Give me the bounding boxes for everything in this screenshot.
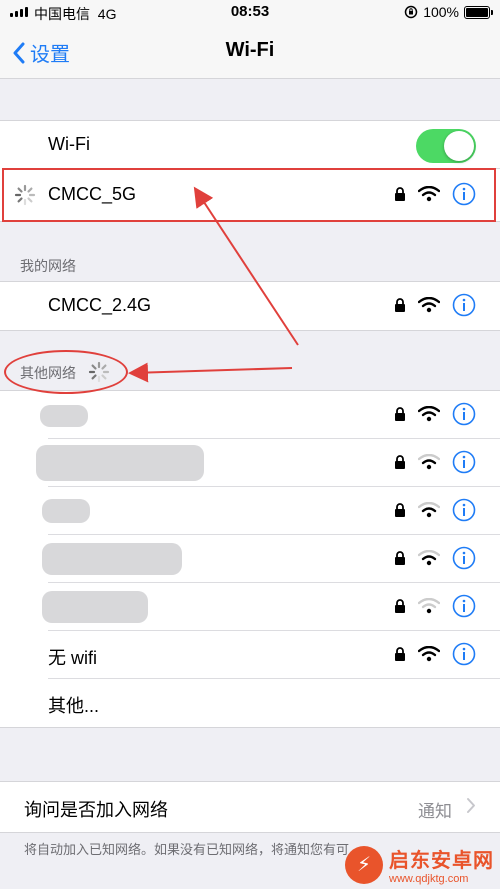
- other-network-row[interactable]: 其他...: [0, 679, 500, 727]
- lock-icon: [395, 599, 405, 613]
- other-network-label: 其他...: [48, 696, 100, 716]
- watermark-logo: ⚡: [345, 845, 383, 884]
- my-networks-header: 我的网络: [20, 258, 76, 274]
- page-title: Wi-Fi: [225, 39, 275, 61]
- redacted-network-name: [40, 405, 88, 427]
- orientation-lock-icon: [404, 5, 418, 19]
- battery-icon: [464, 5, 493, 19]
- wifi-toggle-switch[interactable]: [416, 129, 476, 163]
- lock-icon: [395, 407, 405, 421]
- network-name: CMCC_2.4G: [48, 295, 152, 315]
- network-row[interactable]: CMCC_2.4G: [0, 282, 500, 330]
- wifi-signal-icon: [418, 598, 440, 614]
- info-icon[interactable]: [452, 642, 476, 666]
- info-icon[interactable]: [452, 546, 476, 570]
- network-row[interactable]: [0, 391, 500, 439]
- lock-icon: [395, 455, 405, 469]
- loading-spinner-icon: [88, 361, 110, 383]
- ask-join-value: 通知: [418, 802, 452, 821]
- lock-icon: [395, 551, 405, 565]
- wifi-signal-icon: [418, 502, 440, 518]
- network-row[interactable]: [0, 439, 500, 487]
- wifi-signal-icon: [418, 186, 440, 202]
- navigation-bar: 设置 Wi-Fi: [0, 26, 500, 79]
- lock-icon: [395, 647, 405, 661]
- wifi-signal-icon: [418, 454, 440, 470]
- lock-icon: [395, 298, 405, 312]
- chevron-right-icon: [467, 798, 475, 813]
- wifi-toggle-row: Wi-Fi: [0, 121, 500, 169]
- wifi-signal-icon: [418, 297, 440, 313]
- watermark-url: www.qdjktg.com: [389, 873, 469, 885]
- loading-spinner-icon: [14, 184, 36, 206]
- info-icon[interactable]: [452, 450, 476, 474]
- current-network-name: CMCC_5G: [48, 184, 137, 204]
- network-row[interactable]: 无 wifi: [0, 631, 500, 679]
- wifi-signal-icon: [418, 646, 440, 662]
- ask-join-row[interactable]: 询问是否加入网络 通知: [0, 781, 500, 833]
- redacted-network-name: [42, 499, 90, 523]
- network-row[interactable]: [0, 535, 500, 583]
- info-icon[interactable]: [452, 402, 476, 426]
- lock-icon: [395, 187, 405, 201]
- watermark: ⚡ 启东安卓网 www.qdjktg.com: [345, 844, 494, 885]
- redacted-network-name: [36, 445, 204, 481]
- wifi-group: Wi-Fi CMCC_5G: [0, 120, 500, 222]
- other-networks-group: 无 wifi 其他...: [0, 390, 500, 728]
- network-name: 无 wifi: [48, 648, 97, 668]
- current-network-row[interactable]: CMCC_5G: [0, 169, 500, 221]
- info-icon[interactable]: [452, 498, 476, 522]
- ask-join-label: 询问是否加入网络: [24, 800, 168, 820]
- lock-icon: [395, 503, 405, 517]
- redacted-network-name: [42, 591, 148, 623]
- status-bar: 中国电信 4G 08:53 100%: [0, 0, 500, 26]
- info-icon[interactable]: [452, 182, 476, 206]
- my-networks-group: CMCC_2.4G: [0, 281, 500, 331]
- network-row[interactable]: [0, 487, 500, 535]
- info-icon[interactable]: [452, 293, 476, 317]
- redacted-network-name: [42, 543, 182, 575]
- battery-percent: 100%: [423, 4, 459, 20]
- wifi-signal-icon: [418, 550, 440, 566]
- network-row[interactable]: [0, 583, 500, 631]
- info-icon[interactable]: [452, 594, 476, 618]
- wifi-toggle-label: Wi-Fi: [48, 134, 90, 154]
- other-networks-header: 其他网络: [20, 365, 76, 381]
- wifi-signal-icon: [418, 406, 440, 422]
- watermark-title: 启东安卓网: [389, 850, 494, 872]
